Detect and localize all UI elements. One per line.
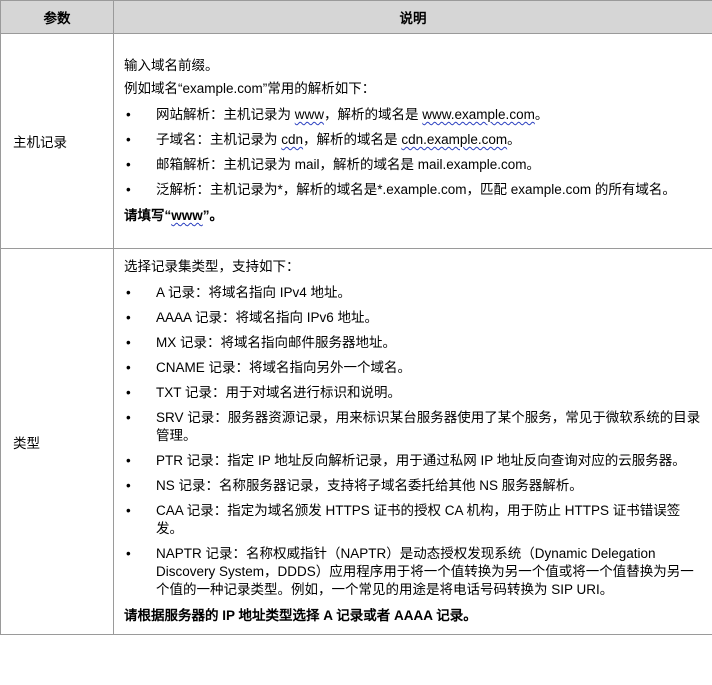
list-item: • NS 记录：名称服务器记录，支持将子域名委托给其他 NS 服务器解析。 — [126, 478, 583, 493]
param-name-host-record: 主机记录 — [0, 33, 114, 249]
list-item: • 邮箱解析：主机记录为 mail，解析的域名是 mail.example.co… — [126, 157, 541, 172]
list-item: • 子域名：主机记录为 cdn，解析的域名是 cdn.example.com。 — [126, 132, 521, 147]
bullet-icon: • — [126, 157, 131, 172]
bullet-list: • A 记录：将域名指向 IPv4 地址。 • AAAA 记录：将域名指向 IPv6… — [124, 284, 702, 599]
list-item: • CAA 记录：指定为域名颁发 HTTPS 证书的授权 CA 机构，用于防止 H… — [126, 503, 681, 536]
bullet-icon: • — [126, 503, 131, 518]
paragraph: 选择记录集类型，支持如下： — [124, 259, 300, 274]
list-item: • 泛解析：主机记录为*，解析的域名是*.example.com，匹配 exam… — [126, 182, 676, 197]
bullet-list: • 网站解析：主机记录为 www，解析的域名是 www.example.com。… — [124, 106, 702, 199]
list-item: • NAPTR 记录：名称权威指针（NAPTR）是动态授权发现系统（Dynamic… — [126, 546, 694, 597]
list-item: • SRV 记录：服务器资源记录，用来标识某台服务器使用了某个服务，常见于微软系统… — [126, 410, 701, 443]
table-row: 主机记录 输入域名前缀。 例如域名“example.com”常用的解析如下： •… — [0, 33, 712, 249]
bullet-icon: • — [126, 546, 131, 561]
paragraph: 例如域名“example.com”常用的解析如下： — [124, 81, 376, 96]
table-header-row: 参数 说明 — [0, 0, 712, 34]
note: 请根据服务器的 IP 地址类型选择 A 记录或者 AAAA 记录。 — [124, 608, 477, 623]
header-desc: 说明 — [113, 0, 712, 34]
table-row: 类型 选择记录集类型，支持如下： • A 记录：将域名指向 IPv4 地址。 • A… — [0, 248, 712, 635]
note: 请填写“www”。 — [124, 208, 224, 223]
param-name-type: 类型 — [0, 248, 114, 635]
list-item: • TXT 记录：用于对域名进行标识和说明。 — [126, 385, 402, 400]
desc-host-record: 输入域名前缀。 例如域名“example.com”常用的解析如下： • 网站解析… — [113, 33, 712, 249]
list-item: • PTR 记录：指定 IP 地址反向解析记录，用于通过私网 IP 地址反向查询对… — [126, 453, 686, 468]
bullet-icon: • — [126, 360, 131, 375]
parameter-table: 参数 说明 主机记录 输入域名前缀。 例如域名“example.com”常用的解… — [0, 0, 712, 635]
desc-type: 选择记录集类型，支持如下： • A 记录：将域名指向 IPv4 地址。 • AAAA… — [113, 248, 712, 635]
header-param: 参数 — [0, 0, 114, 34]
paragraph: 输入域名前缀。 — [124, 58, 219, 73]
list-item: • CNAME 记录：将域名指向另外一个域名。 — [126, 360, 412, 375]
bullet-icon: • — [126, 335, 131, 350]
bullet-icon: • — [126, 285, 131, 300]
bullet-icon: • — [126, 182, 131, 197]
bullet-icon: • — [126, 410, 131, 425]
bullet-icon: • — [126, 385, 131, 400]
list-item: • MX 记录：将域名指向邮件服务器地址。 — [126, 335, 397, 350]
list-item: • AAAA 记录：将域名指向 IPv6 地址。 — [126, 310, 379, 325]
bullet-icon: • — [126, 310, 131, 325]
list-item: • 网站解析：主机记录为 www，解析的域名是 www.example.com。 — [126, 107, 549, 122]
bullet-icon: • — [126, 107, 131, 122]
bullet-icon: • — [126, 453, 131, 468]
bullet-icon: • — [126, 132, 131, 147]
list-item: • A 记录：将域名指向 IPv4 地址。 — [126, 285, 352, 300]
bullet-icon: • — [126, 478, 131, 493]
